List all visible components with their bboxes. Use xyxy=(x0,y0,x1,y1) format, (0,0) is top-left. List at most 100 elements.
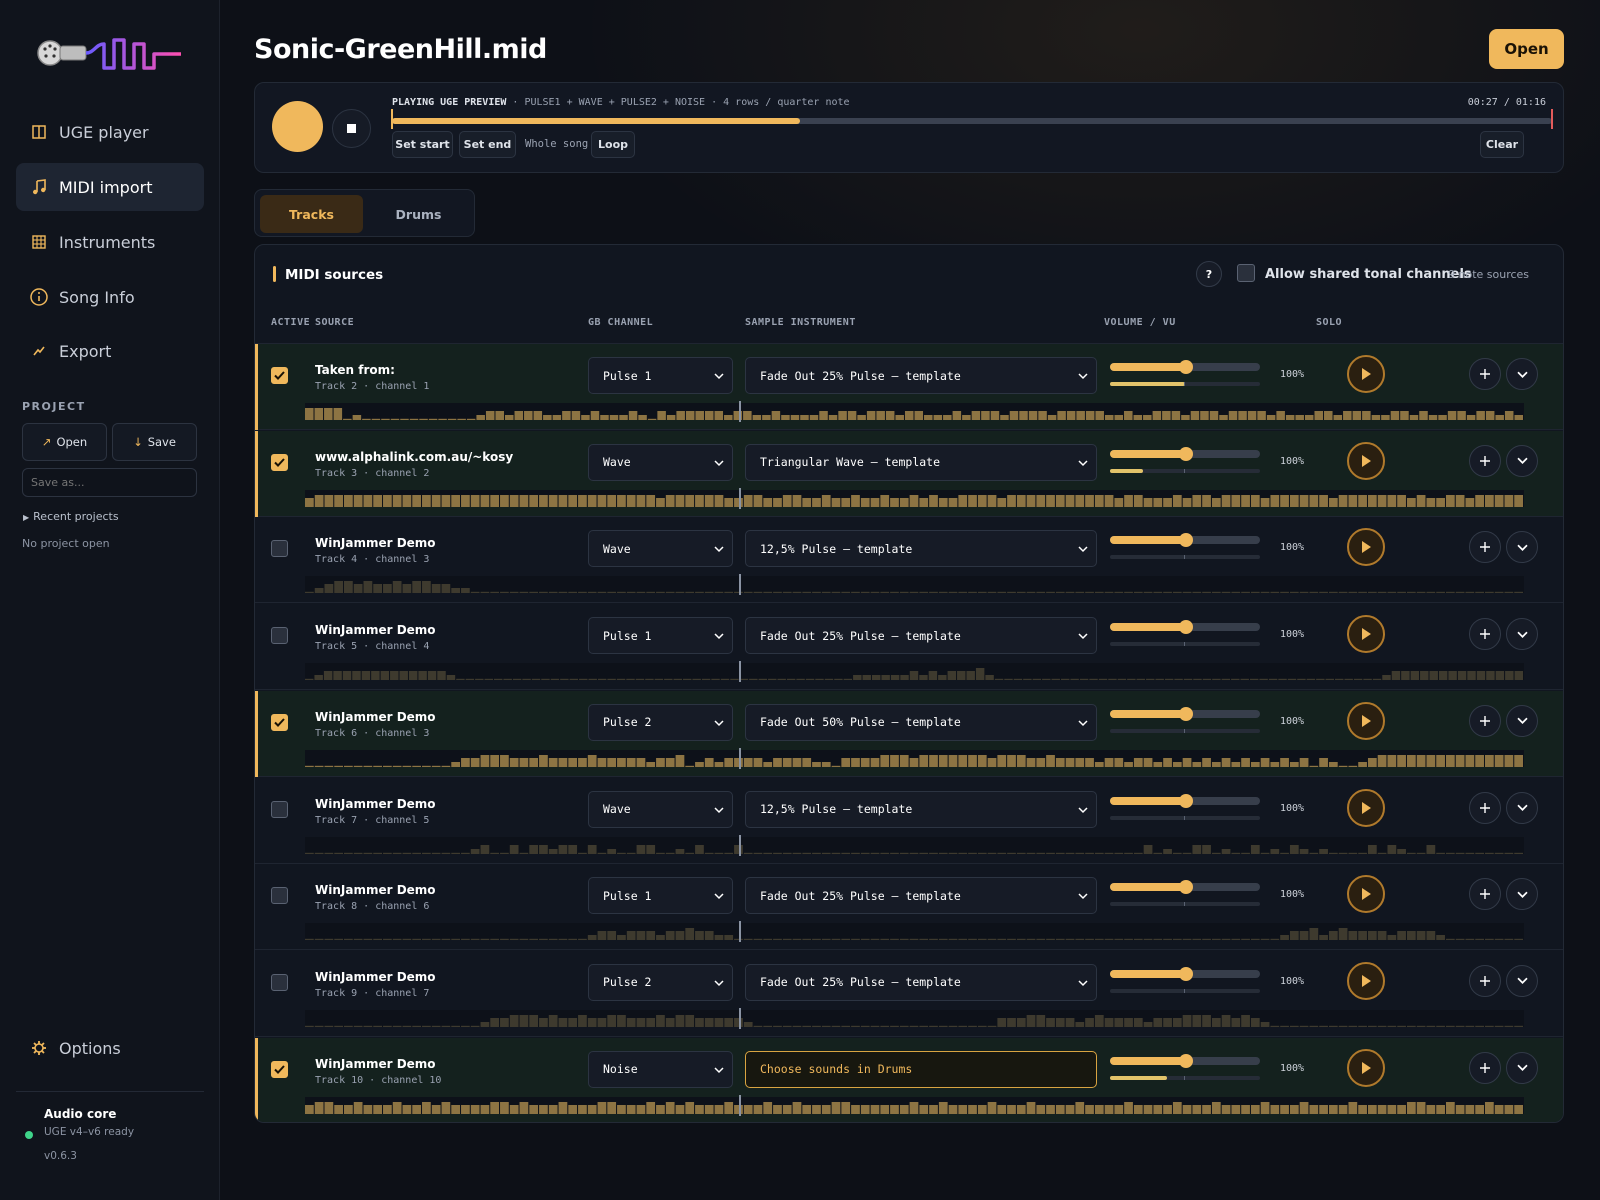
add-button[interactable] xyxy=(1469,704,1501,737)
tab-tracks[interactable]: Tracks xyxy=(260,195,363,233)
open-file-button[interactable]: Open xyxy=(1489,29,1564,69)
volume-knob[interactable] xyxy=(1179,533,1193,548)
track-active-checkbox[interactable] xyxy=(271,367,288,384)
add-button[interactable] xyxy=(1469,791,1501,824)
save-project-button[interactable]: ↓ Save xyxy=(112,423,197,461)
progress-bar[interactable] xyxy=(391,109,1553,129)
volume-slider[interactable] xyxy=(1110,360,1260,374)
solo-play-button[interactable] xyxy=(1347,528,1385,567)
volume-knob[interactable] xyxy=(1179,1053,1193,1068)
sample-instrument-select[interactable]: Triangular Wave — template xyxy=(745,443,1097,481)
sample-instrument-select[interactable]: 12,5% Pulse — template xyxy=(745,790,1097,828)
solo-play-button[interactable] xyxy=(1347,355,1385,393)
sidebar-item-song-info[interactable]: Song Info xyxy=(16,273,204,321)
track-active-checkbox[interactable] xyxy=(271,540,288,558)
note-block xyxy=(381,418,390,420)
volume-slider[interactable] xyxy=(1110,793,1260,808)
volume-slider[interactable] xyxy=(1110,620,1260,635)
gb-channel-select[interactable]: Wave xyxy=(588,790,733,828)
expand-button[interactable] xyxy=(1506,1051,1538,1084)
volume-knob[interactable] xyxy=(1179,446,1193,461)
expand-button[interactable] xyxy=(1506,531,1538,564)
track-active-checkbox[interactable] xyxy=(271,453,288,471)
note-block xyxy=(782,592,792,594)
expand-button[interactable] xyxy=(1506,791,1538,824)
track-active-checkbox[interactable] xyxy=(271,973,288,991)
volume-slider[interactable] xyxy=(1110,880,1260,895)
sidebar-item-instruments[interactable]: Instruments xyxy=(16,218,204,266)
volume-slider[interactable] xyxy=(1110,1053,1260,1068)
note-block xyxy=(987,938,997,941)
volume-knob[interactable] xyxy=(1179,620,1193,635)
add-button[interactable] xyxy=(1469,1051,1501,1084)
sample-instrument-select[interactable]: Fade Out 25% Pulse — template xyxy=(745,877,1097,915)
add-button[interactable] xyxy=(1469,964,1501,997)
solo-play-button[interactable] xyxy=(1347,788,1385,827)
add-button[interactable] xyxy=(1469,358,1501,390)
volume-knob[interactable] xyxy=(1179,966,1193,981)
gb-channel-select[interactable]: Pulse 1 xyxy=(588,357,733,394)
expand-button[interactable] xyxy=(1506,964,1538,997)
solo-play-button[interactable] xyxy=(1347,961,1385,1000)
gb-channel-select[interactable]: Wave xyxy=(588,530,733,568)
sidebar-item-midi-import[interactable]: MIDI import xyxy=(16,163,204,211)
track-active-checkbox[interactable] xyxy=(271,887,288,905)
loop-start-marker[interactable] xyxy=(391,109,393,129)
add-button[interactable] xyxy=(1469,531,1501,564)
sidebar-item-export[interactable]: Export xyxy=(16,327,204,375)
solo-play-button[interactable] xyxy=(1347,441,1385,480)
solo-play-button[interactable] xyxy=(1347,1048,1385,1087)
volume-slider[interactable] xyxy=(1110,706,1260,721)
set-start-button[interactable]: Set start xyxy=(392,131,453,158)
tab-drums[interactable]: Drums xyxy=(367,195,470,233)
volume-slider[interactable] xyxy=(1110,533,1260,548)
solo-play-button[interactable] xyxy=(1347,615,1385,654)
gb-channel-select[interactable]: Pulse 1 xyxy=(588,617,733,655)
track-active-checkbox[interactable] xyxy=(271,800,288,818)
sample-instrument-select[interactable]: Choose sounds in Drums xyxy=(745,1050,1097,1088)
clear-button[interactable]: Clear xyxy=(1480,131,1524,158)
volume-slider[interactable] xyxy=(1110,446,1260,461)
options-button[interactable]: Options xyxy=(16,1024,204,1072)
solo-play-button[interactable] xyxy=(1347,875,1385,914)
sample-instrument-select[interactable]: Fade Out 25% Pulse — template xyxy=(745,617,1097,655)
sample-instrument-select[interactable]: Fade Out 50% Pulse — template xyxy=(745,703,1097,741)
solo-play-button[interactable] xyxy=(1347,701,1385,740)
expand-button[interactable] xyxy=(1506,358,1538,390)
shared-channels-label[interactable]: Allow shared tonal channels xyxy=(1265,267,1472,282)
volume-knob[interactable] xyxy=(1179,360,1193,374)
gb-channel-select[interactable]: Pulse 2 xyxy=(588,963,733,1001)
gb-channel-select[interactable]: Pulse 2 xyxy=(588,703,733,741)
sample-instrument-select[interactable]: 12,5% Pulse — template xyxy=(745,530,1097,568)
help-button[interactable]: ? xyxy=(1196,261,1222,287)
sample-instrument-select[interactable]: Fade Out 25% Pulse — template xyxy=(745,357,1097,394)
track-active-checkbox[interactable] xyxy=(271,627,288,645)
gb-channel-select[interactable]: Noise xyxy=(588,1050,733,1088)
track-active-checkbox[interactable] xyxy=(271,713,288,731)
loop-end-marker[interactable] xyxy=(1551,109,1553,129)
volume-knob[interactable] xyxy=(1179,880,1193,895)
expand-button[interactable] xyxy=(1506,618,1538,651)
volume-knob[interactable] xyxy=(1179,793,1193,808)
expand-button[interactable] xyxy=(1506,704,1538,737)
track-active-checkbox[interactable] xyxy=(271,1060,288,1078)
stop-button[interactable] xyxy=(332,109,371,148)
play-pause-button[interactable] xyxy=(272,101,323,152)
gb-channel-select[interactable]: Pulse 1 xyxy=(588,877,733,915)
sidebar-item-uge-player[interactable]: UGE player xyxy=(16,108,204,156)
add-button[interactable] xyxy=(1469,444,1501,477)
open-project-button[interactable]: ↗ Open xyxy=(22,423,107,461)
add-button[interactable] xyxy=(1469,878,1501,911)
expand-button[interactable] xyxy=(1506,878,1538,911)
set-end-button[interactable]: Set end xyxy=(459,131,516,158)
save-as-input[interactable] xyxy=(22,468,197,497)
volume-slider[interactable] xyxy=(1110,966,1260,981)
volume-knob[interactable] xyxy=(1179,706,1193,721)
expand-button[interactable] xyxy=(1506,444,1538,477)
add-button[interactable] xyxy=(1469,618,1501,651)
sample-instrument-select[interactable]: Fade Out 25% Pulse — template xyxy=(745,963,1097,1001)
gb-channel-select[interactable]: Wave xyxy=(588,443,733,481)
loop-button[interactable]: Loop xyxy=(591,131,635,158)
shared-channels-checkbox[interactable] xyxy=(1237,264,1255,282)
recent-projects-toggle[interactable]: ▶ Recent projects xyxy=(23,510,119,523)
